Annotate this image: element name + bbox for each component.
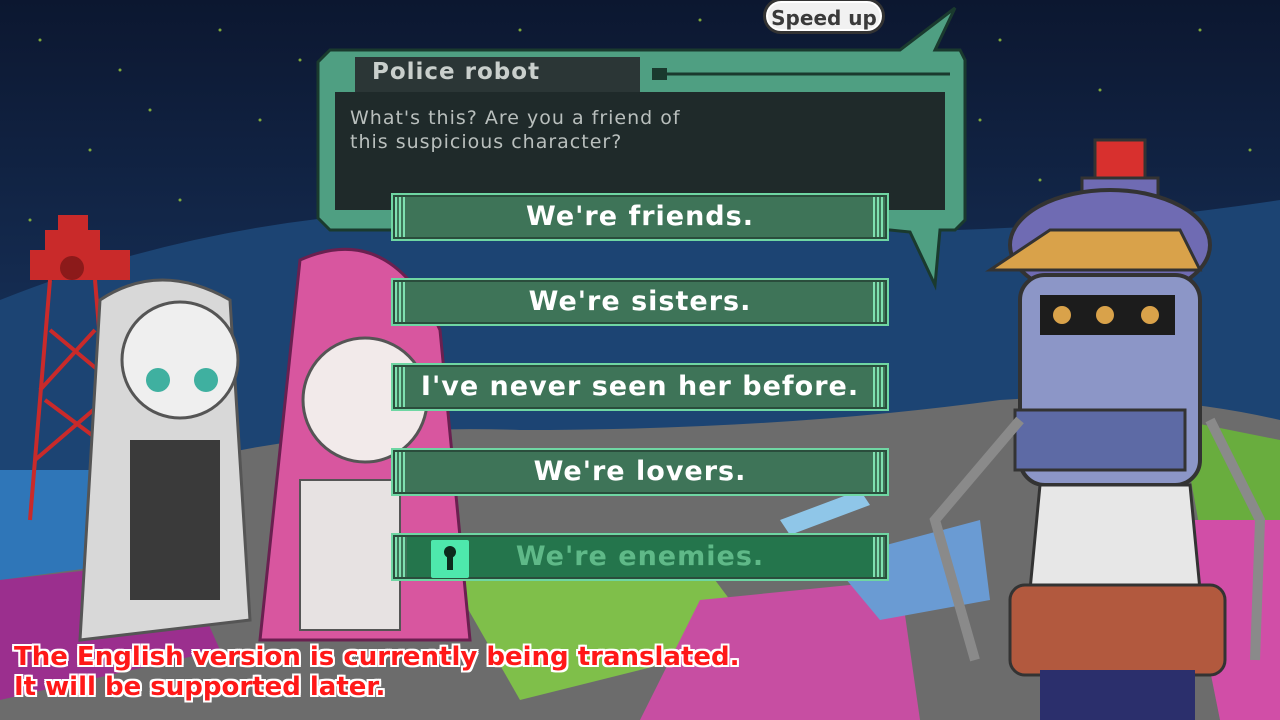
translation-notice: The English version is currently being t… — [14, 642, 740, 702]
choice-sisters-button[interactable]: We're sisters. — [391, 278, 889, 326]
choice-never-seen-button[interactable]: I've never seen her before. — [391, 363, 889, 411]
choice-enemies-label: We're enemies. — [515, 541, 765, 572]
notice-line-2: It will be supported later. — [14, 672, 386, 702]
notice-line-1: The English version is currently being t… — [14, 642, 740, 672]
choice-lovers-button[interactable]: We're lovers. — [391, 448, 889, 496]
speaker-name: Police robot — [372, 59, 541, 85]
choice-enemies-button-locked[interactable]: We're enemies. — [391, 533, 889, 581]
speed-up-button[interactable]: Speed up — [763, 0, 885, 34]
keyhole-lock-icon — [431, 540, 469, 578]
choice-friends-button[interactable]: We're friends. — [391, 193, 889, 241]
dialog-text: What's this? Are you a friend of this su… — [350, 107, 681, 153]
